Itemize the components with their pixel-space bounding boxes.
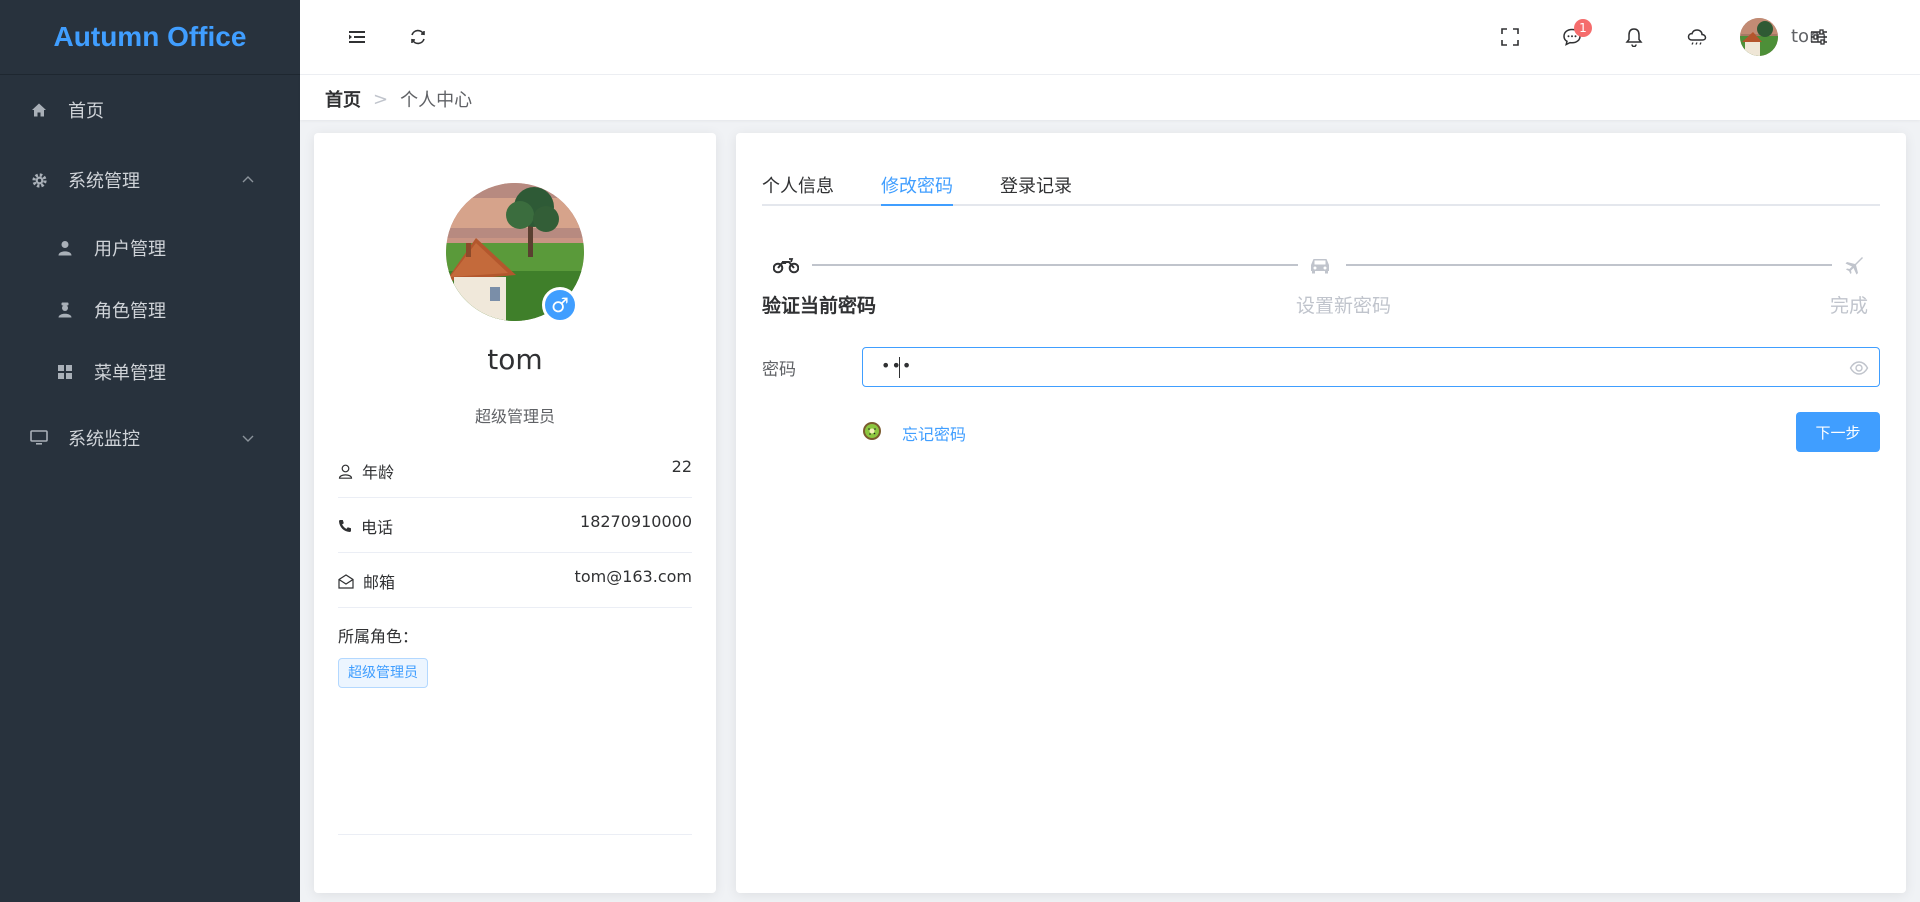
sidebar-item-label: 用户管理 (94, 239, 166, 260)
user-icon (56, 239, 74, 257)
info-label-text: 邮箱 (363, 573, 396, 592)
tab-active-indicator (881, 204, 953, 206)
breadcrumb: 首页 > 个人中心 (325, 86, 472, 112)
chevron-down-icon (239, 429, 257, 447)
logo[interactable]: Autumn Office (0, 0, 300, 75)
info-row-phone: 电话 18270910000 (338, 498, 692, 553)
kiwi-icon (862, 421, 882, 445)
role-icon (56, 301, 74, 319)
step-new-password-title: 设置新密码 (1296, 295, 1392, 317)
step-connector (812, 264, 1298, 266)
refresh-icon[interactable] (406, 25, 430, 49)
breadcrumb-separator: > (373, 88, 389, 110)
text-caret (899, 357, 900, 378)
eye-icon[interactable] (1849, 358, 1869, 378)
sidebar-item-system-monitor[interactable]: 系统监控 (30, 418, 285, 458)
sidebar-item-label: 角色管理 (94, 301, 166, 322)
motorcycle-icon (772, 251, 800, 279)
forgot-password-link[interactable]: 忘记密码 (862, 421, 966, 445)
info-label: 电话 (338, 514, 393, 538)
tab-login-records[interactable]: 登录记录 (1000, 172, 1072, 206)
mail-icon (338, 573, 354, 589)
breadcrumb-bar: 首页 > 个人中心 (300, 75, 1920, 120)
car-icon (1306, 251, 1334, 279)
logo-text: Autumn Office (53, 21, 247, 52)
menu-fold-icon[interactable] (345, 25, 369, 49)
roles-title: 所属角色： (338, 627, 419, 646)
message-icon[interactable]: 1 (1560, 19, 1592, 49)
breadcrumb-current: 个人中心 (400, 90, 473, 111)
plane-icon (1840, 251, 1868, 279)
info-row-email: 邮箱 tom@163.com (338, 553, 692, 608)
breadcrumb-home[interactable]: 首页 (325, 86, 361, 112)
top-header: 1 tom (300, 0, 1920, 75)
phone-icon (339, 520, 351, 532)
info-label: 年龄 (338, 459, 394, 483)
profile-name: tom (487, 343, 543, 376)
info-label: 邮箱 (338, 569, 395, 593)
role-tag: 超级管理员 (338, 658, 428, 688)
info-row-age: 年龄 22 (338, 443, 692, 498)
info-value-age: 22 (671, 457, 692, 476)
header-avatar[interactable] (1740, 18, 1778, 56)
sidebar-item-label: 系统管理 (68, 171, 140, 192)
divider (338, 834, 692, 835)
step-done-title: 完成 (1830, 295, 1869, 317)
home-icon (30, 101, 48, 119)
chevron-up-icon (239, 171, 257, 189)
password-input[interactable]: ••• (862, 347, 1880, 387)
info-value-email: tom@163.com (574, 567, 692, 586)
sidebar-item-label: 系统监控 (68, 429, 140, 450)
settings-sliders-icon[interactable] (1807, 25, 1831, 49)
step-connector (1346, 264, 1832, 266)
gender-male-icon: ♂ (542, 287, 578, 323)
sidebar-item-menus[interactable]: 菜单管理 (56, 352, 166, 392)
step-verify-title: 验证当前密码 (762, 295, 877, 317)
fullscreen-icon[interactable] (1498, 25, 1522, 49)
person-icon (338, 464, 353, 479)
sidebar-item-system-management[interactable]: 系统管理 (30, 160, 285, 200)
tab-bar: 个人信息 修改密码 登录记录 (762, 168, 1880, 206)
sidebar-item-users[interactable]: 用户管理 (56, 228, 166, 268)
info-value-phone: 18270910000 (580, 512, 692, 531)
tab-change-password[interactable]: 修改密码 (881, 172, 953, 206)
profile-role: 超级管理员 (474, 407, 555, 426)
sidebar: Autumn Office 首页 系统管理 用户管理 角色管理 菜单管理 系统监… (0, 0, 300, 902)
sidebar-item-roles[interactable]: 角色管理 (56, 290, 166, 330)
password-value: ••• (881, 356, 913, 375)
tab-personal-info[interactable]: 个人信息 (762, 172, 834, 206)
info-label-text: 电话 (361, 518, 394, 537)
monitor-icon (30, 429, 48, 447)
settings-card: 个人信息 修改密码 登录记录 验证当前密码 设置新密码 完成 密码 ••• 忘记… (736, 133, 1906, 893)
forgot-password-text: 忘记密码 (902, 425, 967, 444)
sidebar-item-home[interactable]: 首页 (30, 90, 104, 130)
message-count-badge: 1 (1574, 19, 1592, 37)
grid-icon (56, 363, 74, 381)
bell-icon[interactable] (1622, 25, 1646, 49)
password-label: 密码 (762, 360, 796, 380)
sidebar-item-label: 菜单管理 (94, 363, 166, 384)
sidebar-item-label: 首页 (68, 101, 104, 122)
gender-symbol: ♂ (551, 293, 569, 317)
cloud-icon[interactable] (1685, 25, 1709, 49)
next-step-button[interactable]: 下一步 (1796, 412, 1880, 452)
profile-card: ♂ tom 超级管理员 年龄 22 电话 18270910000 邮箱 tom@… (314, 133, 716, 893)
info-label-text: 年龄 (362, 463, 395, 482)
gear-icon (30, 171, 48, 189)
